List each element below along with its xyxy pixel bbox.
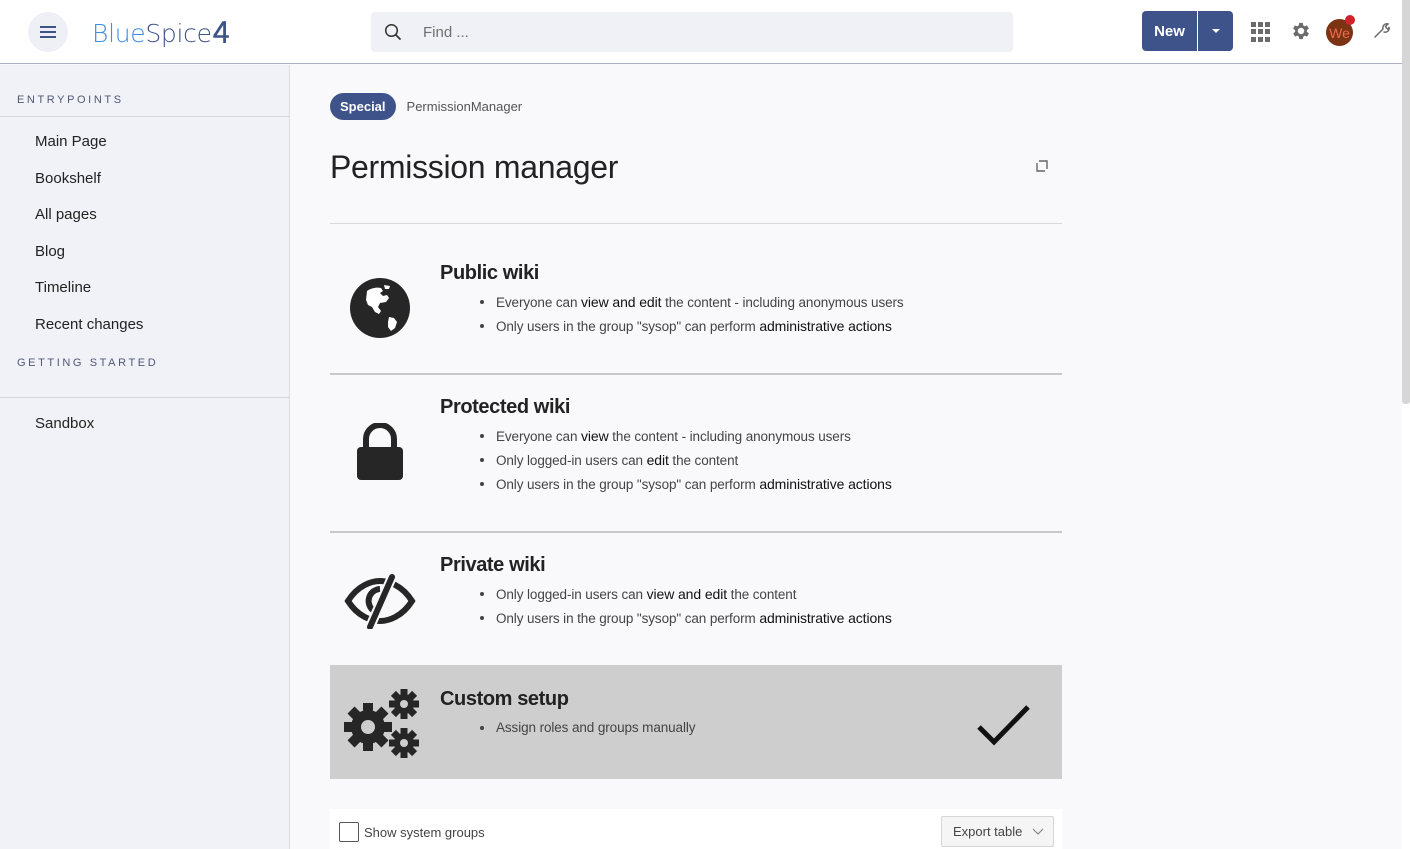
bullet-item: Only logged-in users can view and edit t…: [480, 582, 892, 606]
search-bar[interactable]: [371, 12, 1013, 52]
main-menu-button[interactable]: [28, 12, 68, 52]
logo-text-version: 4: [212, 15, 231, 49]
logo-text-spice: Spice: [145, 19, 212, 48]
chevron-down-icon: [1032, 824, 1044, 839]
bullet-item: Only users in the group "sysop" can perf…: [480, 472, 892, 496]
show-system-groups-label: Show system groups: [364, 824, 485, 840]
bullet-item: Assign roles and groups manually: [479, 716, 696, 740]
sidebar-item-sandbox[interactable]: Sandbox: [0, 406, 289, 443]
bluespice-logo[interactable]: BlueSpice4: [92, 15, 231, 49]
sidebar-item-timeline[interactable]: Timeline: [0, 270, 289, 307]
globe-icon: [349, 277, 411, 344]
new-button-group: New: [1142, 11, 1233, 51]
option-title: Private wiki: [440, 554, 546, 576]
lock-icon: [356, 422, 404, 486]
sidebar-item-recent-changes[interactable]: Recent changes: [0, 307, 289, 344]
option-private-wiki[interactable]: Private wiki Only logged-in users can vi…: [330, 547, 1062, 663]
new-dropdown-toggle[interactable]: [1198, 11, 1233, 51]
option-title: Protected wiki: [440, 396, 570, 418]
sidebar-heading-entrypoints: Entrypoints: [0, 65, 289, 117]
export-table-label: Export table: [953, 824, 1023, 839]
apps-grid-icon[interactable]: [1251, 22, 1271, 42]
option-public-wiki[interactable]: Public wiki Everyone can view and edit t…: [330, 255, 1062, 373]
export-table-button[interactable]: Export table: [941, 816, 1054, 847]
sidebar-item-bookshelf[interactable]: Bookshelf: [0, 161, 289, 198]
avatar-initials: We: [1329, 24, 1350, 41]
page-scrollbar[interactable]: [1402, 0, 1410, 849]
page-title: Permission manager: [330, 149, 619, 185]
title-divider: [330, 223, 1062, 224]
user-avatar[interactable]: We: [1326, 15, 1355, 46]
option-divider: [330, 373, 1062, 375]
namespace-badge[interactable]: Special: [330, 93, 396, 120]
breadcrumb-page[interactable]: PermissionManager: [407, 99, 523, 114]
wrench-icon[interactable]: [1372, 20, 1392, 45]
sidebar-list-entrypoints: Main Page Bookshelf All pages Blog Timel…: [0, 117, 289, 343]
bullet-item: Everyone can view and edit the content -…: [480, 290, 904, 314]
option-title: Custom setup: [440, 688, 569, 710]
sidebar-heading-getting-started: Getting started: [0, 343, 289, 398]
notification-dot: [1345, 15, 1355, 25]
logo-text-blue: Blue: [92, 19, 146, 48]
option-custom-setup[interactable]: Custom setup Assign roles and groups man…: [330, 665, 1062, 779]
bullet-item: Everyone can view the content - includin…: [480, 424, 892, 448]
show-system-groups-checkbox[interactable]: [339, 822, 359, 842]
show-system-groups-toggle[interactable]: Show system groups: [339, 822, 485, 842]
sidebar-item-blog[interactable]: Blog: [0, 234, 289, 271]
top-header: BlueSpice4 New We: [0, 0, 1402, 64]
option-protected-wiki[interactable]: Protected wiki Everyone can view the con…: [330, 389, 1062, 531]
sidebar-item-main-page[interactable]: Main Page: [0, 124, 289, 161]
search-icon[interactable]: [373, 12, 413, 52]
option-bullets: Only logged-in users can view and edit t…: [480, 582, 892, 630]
caret-down-icon: [1211, 29, 1220, 33]
sidebar-list-getting-started: Sandbox: [0, 398, 289, 443]
groups-toolbar: Show system groups Export table: [330, 809, 1062, 849]
new-button[interactable]: New: [1142, 11, 1198, 51]
option-bullets: Everyone can view and edit the content -…: [480, 290, 904, 338]
gear-icon[interactable]: [1290, 20, 1312, 47]
option-title: Public wiki: [440, 262, 539, 284]
bullet-item: Only users in the group "sysop" can perf…: [480, 606, 892, 630]
scrollbar-thumb[interactable]: [1402, 0, 1410, 404]
sidebar: Entrypoints Main Page Bookshelf All page…: [0, 65, 290, 849]
sidebar-item-all-pages[interactable]: All pages: [0, 197, 289, 234]
selected-check-icon: [976, 703, 1032, 752]
option-bullets: Everyone can view the content - includin…: [480, 424, 892, 496]
option-bullets: Assign roles and groups manually: [479, 716, 696, 740]
menu-icon: [40, 26, 56, 38]
open-in-new-window-icon[interactable]: [1036, 159, 1048, 172]
breadcrumb: Special PermissionManager: [330, 93, 522, 120]
bullet-item: Only users in the group "sysop" can perf…: [480, 314, 904, 338]
eye-slash-icon: [344, 573, 416, 634]
gears-icon: [342, 687, 420, 764]
search-input[interactable]: [423, 23, 983, 41]
bullet-item: Only logged-in users can edit the conten…: [480, 448, 892, 472]
option-divider: [330, 531, 1062, 533]
